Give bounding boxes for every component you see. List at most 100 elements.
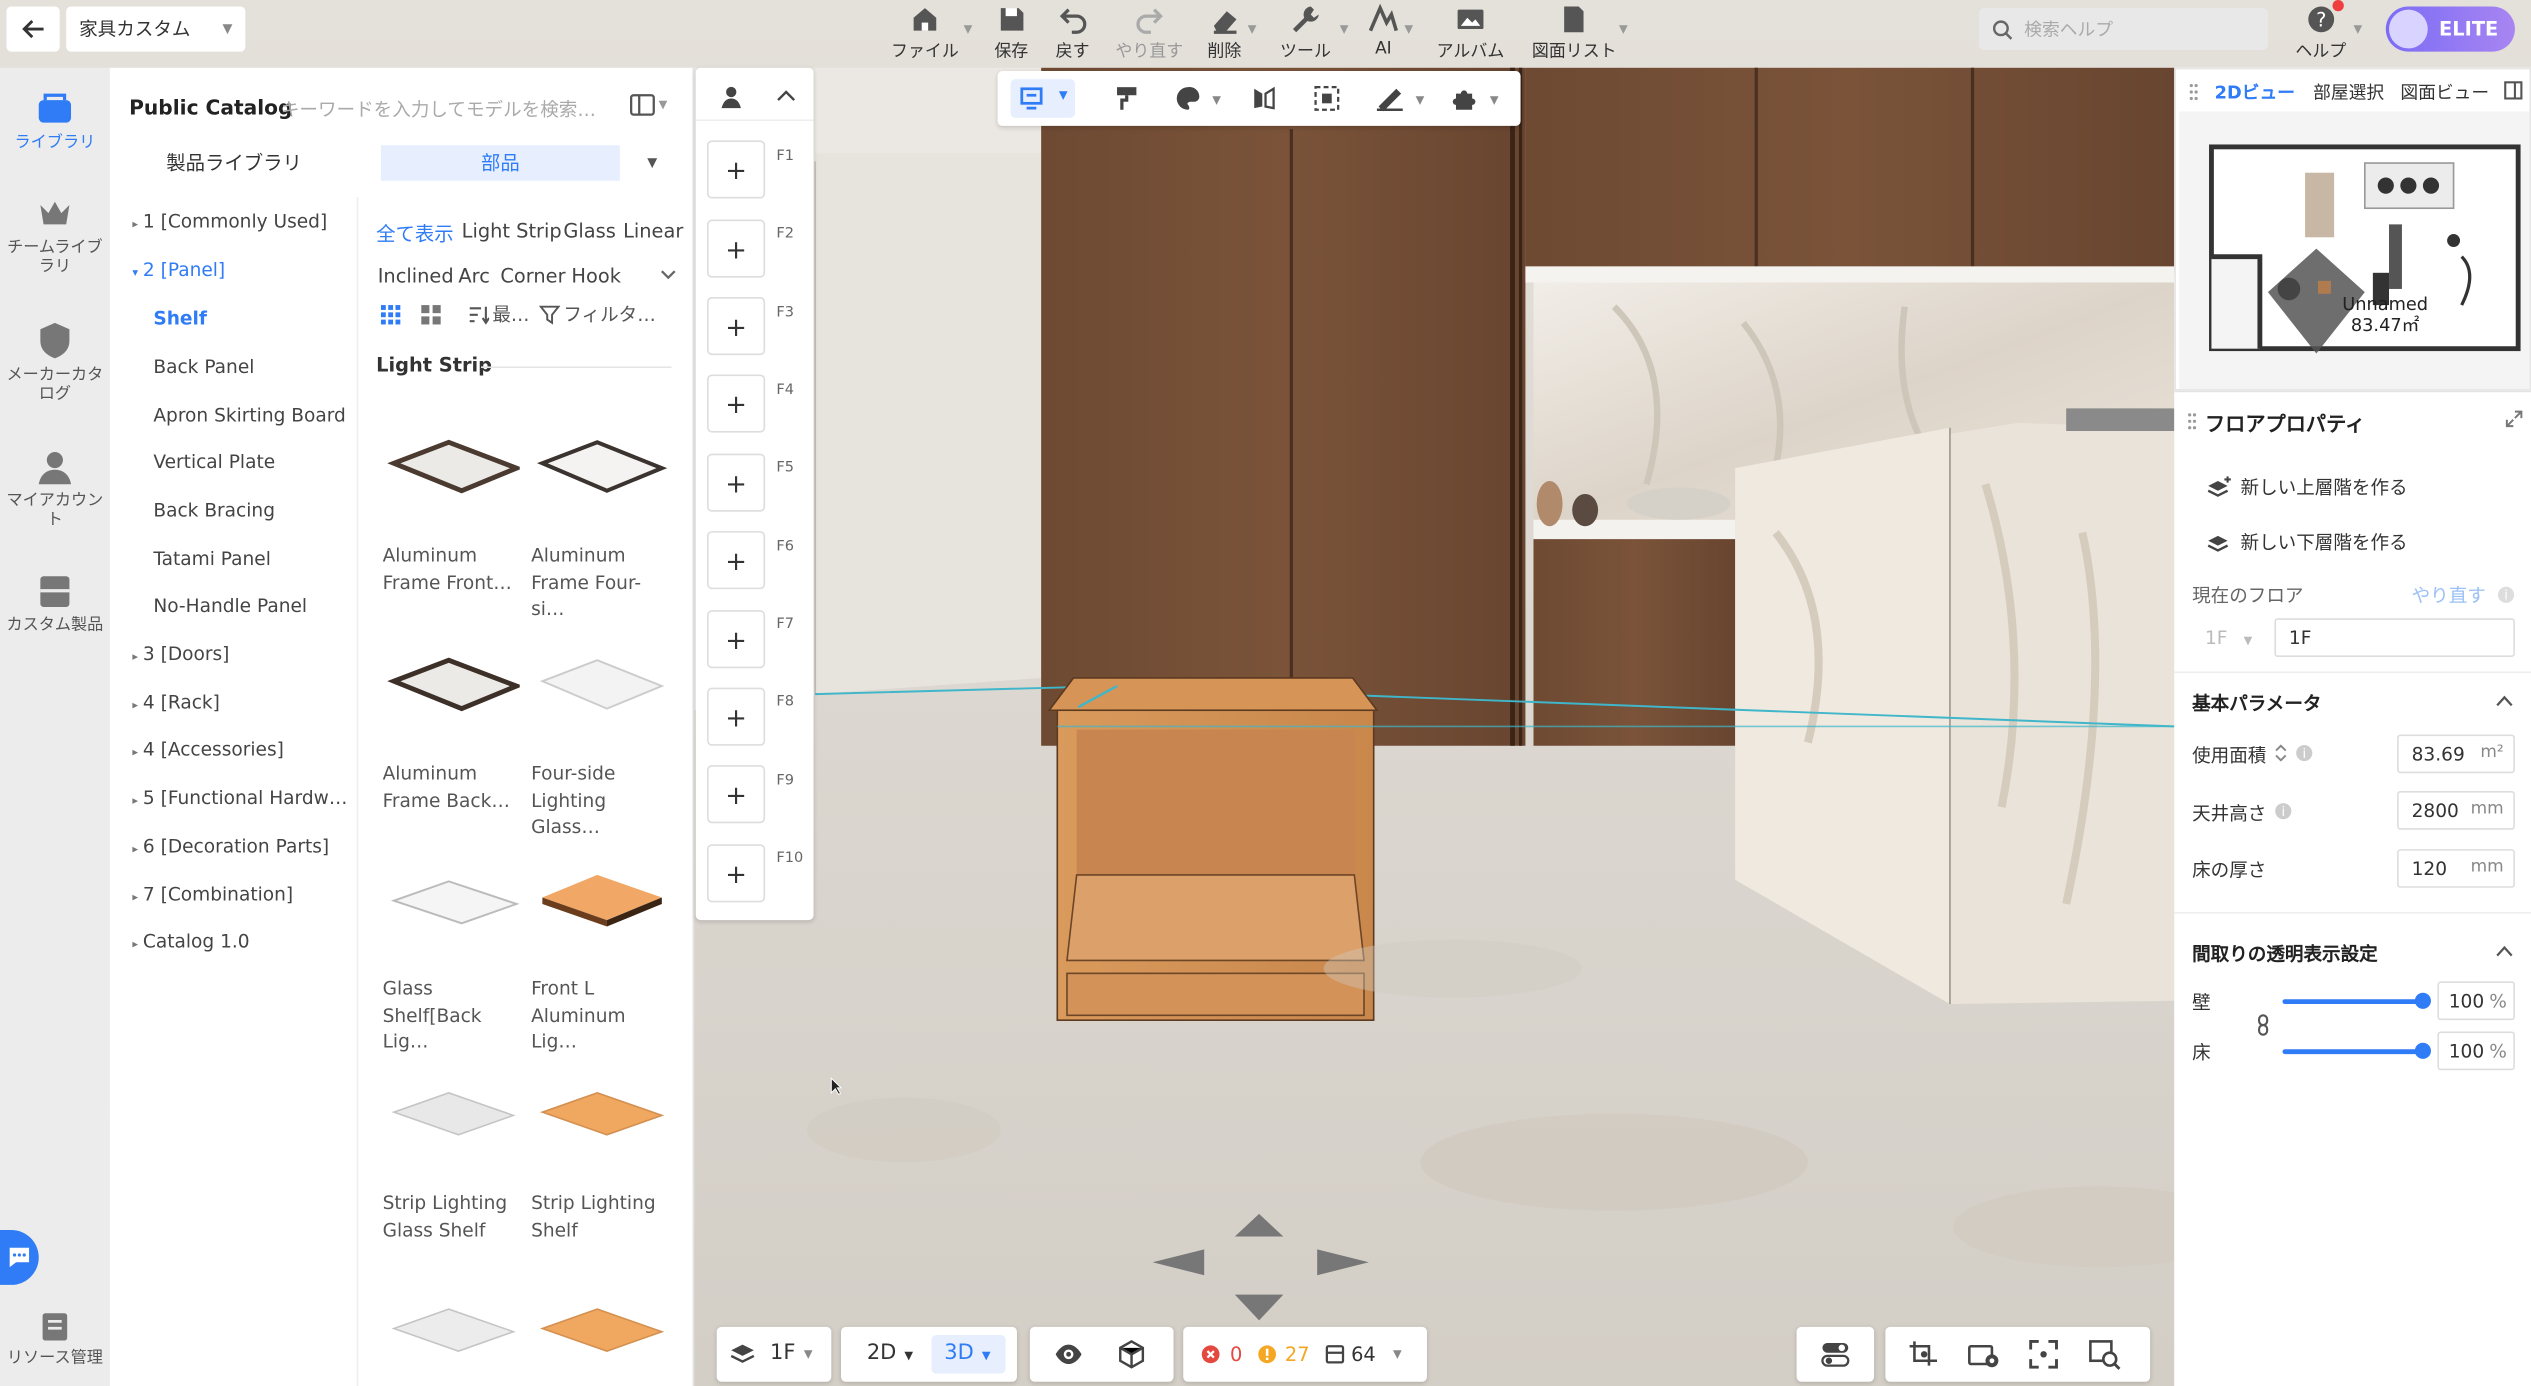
product-card[interactable]: Strip Lighting Glass Shelf bbox=[378, 1054, 520, 1248]
chevron-up-icon[interactable] bbox=[776, 89, 796, 102]
floor-slot-add-button[interactable]: + bbox=[707, 844, 766, 903]
tree-item-no-handle-panel[interactable]: No-Handle Panel bbox=[153, 594, 307, 617]
tree-item-shelf[interactable]: Shelf bbox=[153, 307, 207, 330]
floor-level-select[interactable]: 1F ▼ bbox=[2192, 618, 2269, 657]
filter-chip-glass[interactable]: Glass bbox=[563, 220, 615, 243]
link-icon[interactable] bbox=[2257, 1014, 2270, 1037]
floor-slot-add-button[interactable]: + bbox=[707, 219, 766, 278]
floor-name-input[interactable]: 1F bbox=[2274, 618, 2515, 657]
filter-chip-hook[interactable]: Hook bbox=[571, 265, 620, 288]
tree-item-rack[interactable]: ▸ 4 [Rack] bbox=[132, 691, 220, 714]
product-card[interactable]: Aluminum Frame Front… bbox=[378, 407, 520, 601]
filter-chip-inclined[interactable]: Inclined bbox=[378, 265, 454, 288]
floor-slot-add-button[interactable]: + bbox=[707, 610, 766, 669]
product-card[interactable] bbox=[526, 1270, 668, 1383]
measure-icon[interactable] bbox=[1375, 86, 1404, 112]
drawing-list-menu[interactable]: 図面リスト bbox=[1532, 3, 1617, 63]
filter-chip-all[interactable]: 全て表示 bbox=[376, 220, 454, 247]
eye-icon[interactable] bbox=[1054, 1341, 1083, 1367]
wall-opacity-slider-handle[interactable] bbox=[2414, 992, 2431, 1009]
file-menu[interactable]: ファイル bbox=[891, 3, 959, 63]
product-card[interactable] bbox=[378, 1270, 520, 1383]
tab-parts[interactable]: 部品 bbox=[380, 145, 620, 181]
catalog-search[interactable]: キーワードを入力してモデルを検索… bbox=[281, 97, 596, 123]
floor-opacity-slider-handle[interactable] bbox=[2414, 1042, 2431, 1059]
wall-opacity-slider[interactable] bbox=[2282, 999, 2425, 1005]
zoom-frame-icon[interactable] bbox=[2089, 1340, 2121, 1371]
add-upper-floor-button[interactable]: 新しい上層階を作る bbox=[2207, 475, 2408, 501]
tree-item-back-bracing[interactable]: Back Bracing bbox=[153, 499, 275, 522]
param-input-ceiling-height[interactable]: 2800 mm bbox=[2397, 790, 2515, 830]
undo-button[interactable]: 戻す bbox=[1056, 3, 1090, 63]
mode-3d-button[interactable]: 3D ▼ bbox=[931, 1334, 1006, 1374]
grid-large-view-icon[interactable] bbox=[420, 303, 443, 326]
chevron-up-icon[interactable] bbox=[2496, 944, 2514, 957]
param-input-area[interactable]: 83.69 m² bbox=[2397, 734, 2515, 774]
tree-item-panel[interactable]: ▾ 2 [Panel] bbox=[132, 258, 225, 281]
redo-button[interactable]: やり直す bbox=[1115, 3, 1183, 63]
grid-small-view-icon[interactable] bbox=[379, 303, 402, 326]
help-menu[interactable]: ? ヘルプ bbox=[2295, 3, 2346, 63]
floor-plan-map[interactable]: Unnamed 83.47㎡ bbox=[2179, 111, 2530, 390]
filter-chip-arc[interactable]: Arc bbox=[458, 265, 489, 288]
tree-item-decoration-parts[interactable]: ▸ 6 [Decoration Parts] bbox=[132, 835, 329, 858]
camera-settings-icon[interactable] bbox=[1968, 1340, 2000, 1369]
minimap-tab-drawing-view[interactable]: 図面ビュー bbox=[2400, 79, 2489, 105]
param-input-floor-thickness[interactable]: 120 mm bbox=[2397, 849, 2515, 888]
select-tool-button[interactable]: ▼ bbox=[1010, 79, 1076, 118]
rail-resource-management[interactable]: リソース管理 bbox=[0, 1309, 110, 1369]
floor-slot-add-button[interactable]: + bbox=[707, 140, 766, 199]
mirror-icon[interactable] bbox=[1251, 86, 1277, 112]
tools-menu[interactable]: ツール bbox=[1280, 3, 1331, 63]
plugin-icon[interactable] bbox=[1451, 86, 1477, 112]
floor-slot-add-button[interactable]: + bbox=[707, 531, 766, 590]
help-search[interactable]: 検索ヘルプ bbox=[1979, 8, 2268, 51]
filter-chip-light-strip[interactable]: Light Strip bbox=[462, 220, 562, 243]
save-button[interactable]: 保存 bbox=[994, 3, 1028, 63]
status-counters[interactable]: 0 27 64 ▼ bbox=[1183, 1326, 1427, 1382]
ai-menu[interactable]: AI bbox=[1367, 3, 1399, 58]
floor-slot-add-button[interactable]: + bbox=[707, 453, 766, 512]
screenshot-crop-icon[interactable] bbox=[1908, 1340, 1940, 1369]
sort-arrows-icon[interactable] bbox=[2274, 744, 2287, 762]
rail-maker-catalog[interactable]: メーカーカタログ bbox=[0, 320, 110, 406]
drag-handle-icon[interactable] bbox=[2189, 82, 2199, 101]
panel-layout-icon[interactable] bbox=[630, 94, 656, 117]
product-card[interactable]: Aluminum Frame Four-si… bbox=[526, 407, 668, 620]
drag-handle-icon[interactable] bbox=[2187, 412, 2197, 431]
filter-chip-corner[interactable]: Corner bbox=[500, 265, 565, 288]
wall-opacity-input[interactable]: 100 % bbox=[2437, 981, 2515, 1021]
tree-item-accessories[interactable]: ▸ 4 [Accessories] bbox=[132, 738, 284, 761]
floor-opacity-slider[interactable] bbox=[2282, 1049, 2425, 1055]
tree-item-doors[interactable]: ▸ 3 [Doors] bbox=[132, 642, 229, 665]
tab-product-library[interactable]: 製品ライブラリ bbox=[129, 145, 339, 181]
floor-redo-link[interactable]: やり直す bbox=[2412, 583, 2486, 609]
chat-button[interactable] bbox=[0, 1230, 39, 1285]
product-card[interactable]: Glass Shelf[Back Lig… bbox=[378, 839, 520, 1052]
tree-item-commonly-used[interactable]: ▸ 1 [Commonly Used] bbox=[132, 210, 327, 233]
album-button[interactable]: アルバム bbox=[1437, 3, 1504, 63]
floor-slot-add-button[interactable]: + bbox=[707, 765, 766, 824]
product-card[interactable]: Front L Aluminum Lig… bbox=[526, 839, 668, 1052]
cube-view-icon[interactable] bbox=[1117, 1340, 1146, 1369]
camera-nav-arrows[interactable] bbox=[1149, 1211, 1375, 1324]
fit-view-icon[interactable] bbox=[2029, 1339, 2058, 1369]
tree-item-combination[interactable]: ▸ 7 [Combination] bbox=[132, 883, 293, 906]
format-painter-icon[interactable] bbox=[1114, 86, 1140, 112]
back-button[interactable] bbox=[6, 6, 60, 52]
tree-item-tatami-panel[interactable]: Tatami Panel bbox=[153, 547, 271, 570]
person-icon[interactable] bbox=[718, 84, 744, 110]
sort-button[interactable]: 最… bbox=[468, 302, 529, 328]
group-frame-icon[interactable] bbox=[1314, 86, 1340, 112]
floor-slot-add-button[interactable]: + bbox=[707, 297, 766, 356]
minimap-tab-2d[interactable]: 2Dビュー bbox=[2215, 79, 2295, 105]
rail-library[interactable]: ライブラリ bbox=[0, 87, 110, 153]
settings-toggle[interactable] bbox=[1796, 1326, 1875, 1382]
rail-custom-products[interactable]: カスタム製品 bbox=[0, 570, 110, 636]
expand-icon[interactable] bbox=[2505, 410, 2523, 428]
tree-item-catalog-1[interactable]: ▸ Catalog 1.0 bbox=[132, 930, 249, 953]
window-icon[interactable] bbox=[2504, 81, 2523, 100]
floor-opacity-input[interactable]: 100 % bbox=[2437, 1031, 2515, 1071]
mode-2d-button[interactable]: 2D ▼ bbox=[854, 1335, 928, 1374]
floor-switcher[interactable]: 1F ▼ bbox=[716, 1326, 832, 1382]
